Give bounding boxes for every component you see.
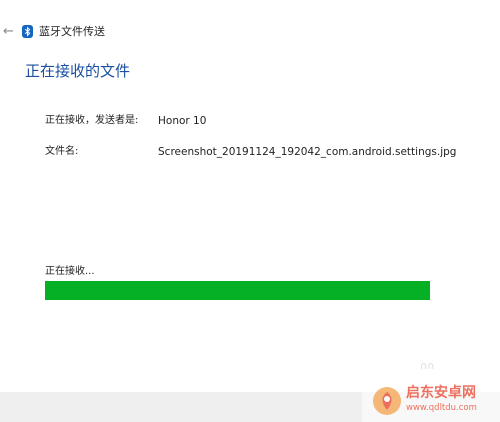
- qidian-anzhuo-logo-icon: [373, 387, 401, 415]
- progress-bar-fill: [45, 281, 430, 300]
- sender-label: 正在接收，发送者是:: [45, 115, 139, 126]
- progress-bar: [45, 281, 430, 300]
- filename-label: 文件名:: [45, 146, 79, 157]
- watermark-url: www.qdltdu.com: [406, 403, 477, 413]
- filename-value: Screenshot_20191124_192042_com.android.s…: [158, 146, 457, 158]
- back-arrow-icon[interactable]: ←: [3, 24, 14, 40]
- progress-label: 正在接收...: [45, 266, 95, 277]
- bluetooth-icon: [22, 25, 33, 38]
- window-title: 蓝牙文件传送: [39, 25, 105, 38]
- watermark: 启东安卓网 www.qdltdu.com: [372, 384, 498, 418]
- title-bar: ← 蓝牙文件传送: [0, 0, 500, 40]
- faint-mark: ∩∩: [420, 361, 435, 372]
- page-heading: 正在接收的文件: [25, 62, 131, 80]
- watermark-title: 启东安卓网: [406, 385, 476, 401]
- sender-value: Honor 10: [158, 115, 207, 127]
